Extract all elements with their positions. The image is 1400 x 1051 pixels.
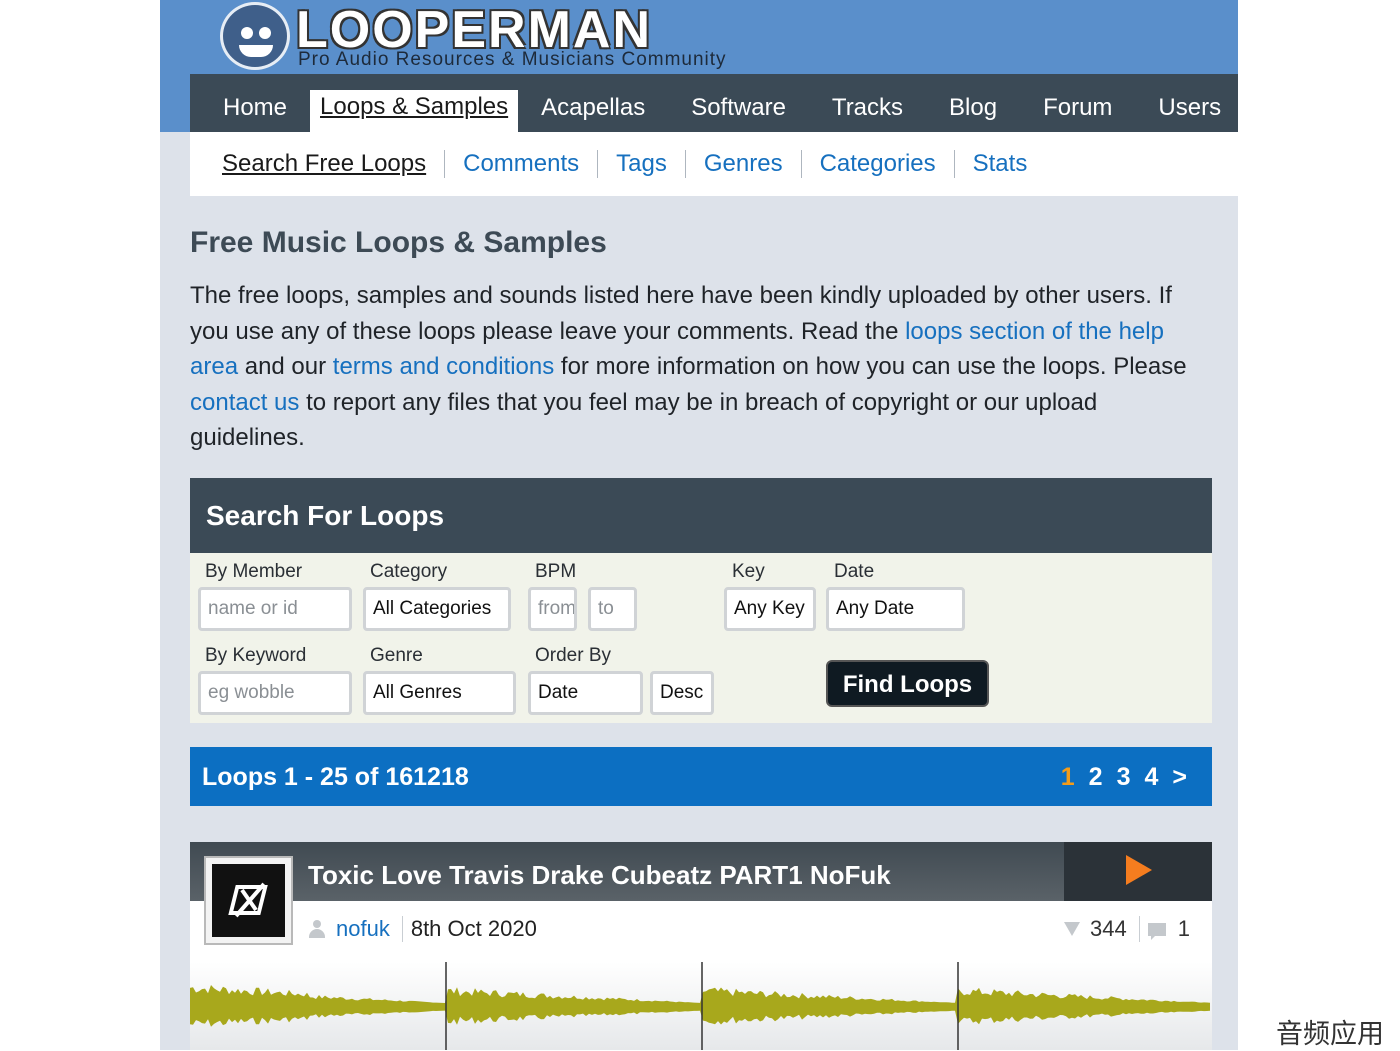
- nav-users[interactable]: Users: [1135, 74, 1244, 132]
- loop-title[interactable]: Toxic Love Travis Drake Cubeatz PART1 No…: [308, 842, 891, 908]
- sub-nav: Search Free Loops Comments Tags Genres C…: [190, 132, 1238, 196]
- page-link[interactable]: 3: [1110, 747, 1138, 807]
- loop-author-link[interactable]: nofuk: [336, 916, 390, 942]
- loop-stats: 344 1: [1064, 912, 1190, 946]
- nav-forum[interactable]: Forum: [1020, 74, 1135, 132]
- nav-software[interactable]: Software: [668, 74, 809, 132]
- genre-label: Genre: [370, 645, 423, 666]
- page-link[interactable]: 2: [1082, 747, 1110, 807]
- page: LOOPERMAN Pro Audio Resources & Musician…: [160, 0, 1238, 1050]
- loop-meta: nofuk 8th Oct 2020: [308, 912, 537, 946]
- search-panel-title: Search For Loops: [190, 478, 1212, 553]
- order-by-select[interactable]: Date: [528, 671, 643, 715]
- subnav-tags[interactable]: Tags: [598, 150, 685, 178]
- results-bar: Loops 1 - 25 of 161218 1 2 3 4 >: [190, 747, 1212, 806]
- date-select[interactable]: Any Date: [826, 587, 965, 631]
- page-link-current[interactable]: 1: [1054, 747, 1082, 807]
- nav-blog[interactable]: Blog: [926, 74, 1020, 132]
- meta-divider: [1138, 916, 1140, 942]
- subnav-search-free-loops[interactable]: Search Free Loops: [222, 150, 444, 178]
- page-title: Free Music Loops & Samples: [190, 226, 607, 259]
- nav-home[interactable]: Home: [200, 74, 310, 132]
- category-label: Category: [370, 561, 448, 582]
- bpm-to-input[interactable]: to: [588, 587, 637, 631]
- key-select[interactable]: Any Key: [724, 587, 816, 631]
- find-loops-button[interactable]: Find Loops: [826, 660, 989, 707]
- logo-mascot-icon[interactable]: [220, 2, 290, 70]
- date-label: Date: [834, 561, 875, 582]
- loop-thumbnail[interactable]: [204, 856, 293, 945]
- terms-link[interactable]: terms and conditions: [333, 353, 554, 380]
- download-count: 344: [1090, 916, 1127, 941]
- loop-waveform[interactable]: [190, 962, 1212, 1050]
- loop-date: 8th Oct 2020: [410, 916, 537, 941]
- meta-divider: [401, 916, 403, 942]
- next-page-link[interactable]: >: [1165, 747, 1194, 807]
- user-icon: [308, 920, 326, 938]
- intro-text: for more information on how you can use …: [554, 353, 1187, 380]
- intro-text: and our: [238, 353, 333, 380]
- key-label: Key: [732, 561, 765, 582]
- site-header: LOOPERMAN Pro Audio Resources & Musician…: [160, 0, 1238, 132]
- loop-title-bar: Toxic Love Travis Drake Cubeatz PART1 No…: [190, 842, 1212, 901]
- order-by-label: Order By: [535, 645, 612, 666]
- nav-acapellas[interactable]: Acapellas: [518, 74, 668, 132]
- subnav-genres[interactable]: Genres: [686, 150, 801, 178]
- main-nav: Home Loops & Samples Acapellas Software …: [190, 74, 1238, 132]
- member-label: By Member: [205, 561, 303, 582]
- category-select[interactable]: All Categories: [363, 587, 511, 631]
- intro-text: to report any files that you feel may be…: [190, 388, 1098, 452]
- play-area[interactable]: [1064, 842, 1212, 901]
- bpm-label: BPM: [535, 561, 577, 582]
- site-tagline: Pro Audio Resources & Musicians Communit…: [298, 49, 727, 70]
- subnav-categories[interactable]: Categories: [802, 150, 954, 178]
- subnav-comments[interactable]: Comments: [445, 150, 597, 178]
- play-icon[interactable]: [1126, 855, 1152, 885]
- search-panel: Search For Loops By Member Category BPM …: [190, 478, 1212, 723]
- no-image-icon: [228, 882, 268, 918]
- results-summary: Loops 1 - 25 of 161218: [202, 763, 469, 791]
- nav-tracks[interactable]: Tracks: [809, 74, 926, 132]
- intro-paragraph: The free loops, samples and sounds liste…: [190, 278, 1200, 456]
- order-direction-select[interactable]: Desc: [650, 671, 714, 715]
- download-icon: [1064, 922, 1081, 936]
- member-input[interactable]: name or id: [198, 587, 352, 631]
- watermark-text: 音频应用: [1276, 1019, 1384, 1049]
- waveform-shape: [190, 985, 1210, 1027]
- genre-select[interactable]: All Genres: [363, 671, 516, 715]
- comment-icon: [1147, 922, 1166, 940]
- waveform-graphic[interactable]: [190, 962, 1212, 1050]
- subnav-stats[interactable]: Stats: [955, 150, 1046, 178]
- comment-count: 1: [1177, 916, 1190, 941]
- bpm-from-input[interactable]: from: [528, 587, 577, 631]
- keyword-input[interactable]: eg wobble: [198, 671, 352, 715]
- keyword-label: By Keyword: [205, 645, 307, 666]
- loop-card: Toxic Love Travis Drake Cubeatz PART1 No…: [190, 842, 1212, 1050]
- page-link[interactable]: 4: [1137, 747, 1165, 807]
- pagination: 1 2 3 4 >: [1054, 747, 1194, 807]
- contact-link[interactable]: contact us: [190, 389, 299, 416]
- nav-loops-samples[interactable]: Loops & Samples: [310, 90, 519, 132]
